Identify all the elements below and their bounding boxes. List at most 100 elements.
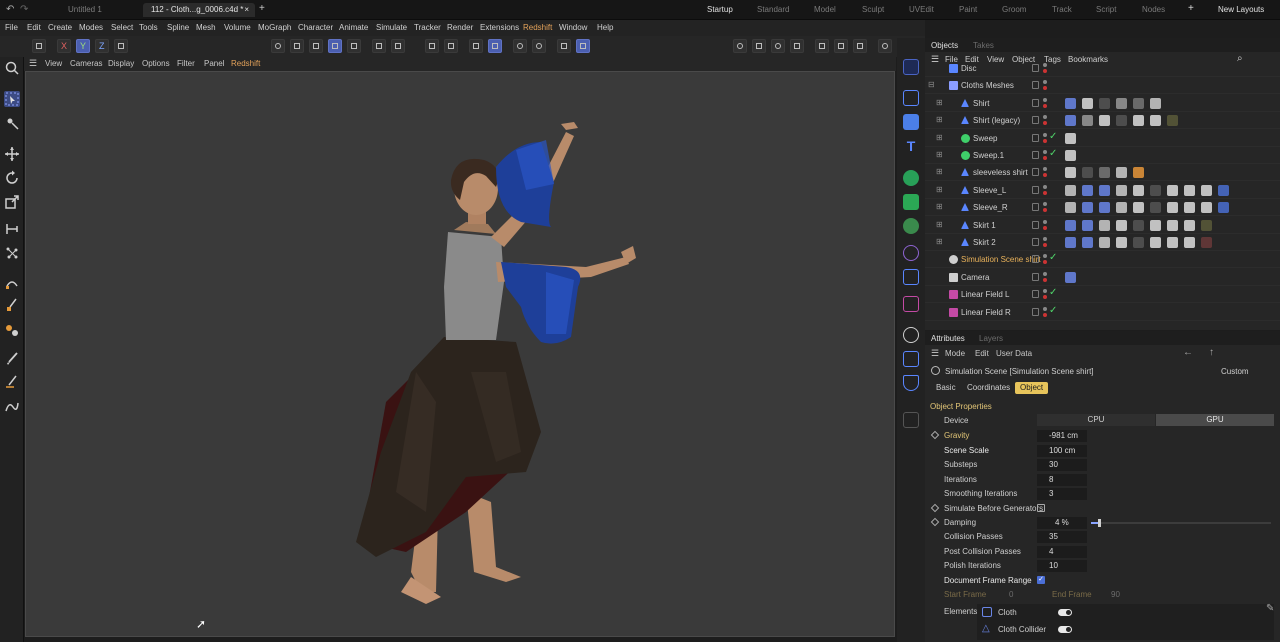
object-tag-icon[interactable] — [1065, 237, 1076, 248]
editor-visibility-dot[interactable] — [1043, 237, 1047, 241]
object-tag-icon[interactable] — [1201, 237, 1212, 248]
snap-button[interactable] — [425, 39, 439, 53]
visibility-icon[interactable] — [1032, 116, 1039, 125]
visibility-icon[interactable] — [1032, 168, 1039, 177]
visibility-icon[interactable] — [1032, 290, 1039, 299]
layout-uvedit[interactable]: UVEdit — [909, 5, 934, 14]
object-tag-icon[interactable] — [1116, 97, 1127, 109]
object-row-sweep[interactable]: ⊞ Sweep ✓ — [925, 130, 1280, 147]
coordinate-system-button[interactable] — [114, 39, 128, 53]
prop-field[interactable]: 8 — [1037, 473, 1087, 486]
menu-volume[interactable]: Volume — [224, 23, 251, 32]
scene-icon[interactable] — [903, 269, 919, 285]
render-visibility-dot[interactable] — [1043, 243, 1047, 247]
object-tag-icon[interactable] — [1065, 219, 1076, 231]
viewport-menu-display[interactable]: Display — [108, 59, 134, 68]
scale-tool-icon[interactable] — [4, 194, 20, 210]
clapper-icon[interactable] — [815, 39, 829, 53]
visibility-icon[interactable] — [1032, 307, 1039, 316]
render-visibility-dot[interactable] — [1043, 208, 1047, 213]
object-tag-icon[interactable] — [1150, 184, 1161, 196]
object-tag-icon[interactable] — [1184, 219, 1195, 231]
undo-icon[interactable]: ↶ — [6, 4, 14, 15]
expand-icon[interactable]: ⊞ — [936, 133, 943, 141]
object-tag-icon[interactable] — [1082, 219, 1093, 231]
redo-icon[interactable]: ↷ — [20, 4, 28, 15]
cloth-collider-toggle[interactable] — [1058, 626, 1072, 633]
camera-icon[interactable] — [903, 351, 919, 367]
render-visibility-dot[interactable] — [1043, 121, 1047, 126]
menu-mesh[interactable]: Mesh — [196, 23, 216, 32]
lock-button[interactable] — [576, 39, 590, 53]
object-tag-icon[interactable] — [1099, 184, 1110, 196]
spline-tool-icon[interactable] — [4, 399, 20, 415]
object-tag-icon[interactable] — [1167, 115, 1178, 127]
transform-tool-icon[interactable] — [4, 115, 20, 131]
expand-icon[interactable]: ⊞ — [936, 203, 943, 211]
object-tag-icon[interactable] — [1167, 184, 1178, 196]
object-tag-icon[interactable] — [1065, 150, 1076, 161]
expand-icon[interactable]: ⊞ — [936, 168, 943, 176]
object-row-simulation-scene-shirt[interactable]: Simulation Scene shirt ✓ — [925, 251, 1280, 269]
object-tag-icon[interactable] — [1099, 97, 1110, 109]
menu-select[interactable]: Select — [111, 23, 133, 32]
render-visibility-dot[interactable] — [1043, 86, 1047, 91]
element-cloth-collider[interactable]: △ Cloth Collider — [977, 622, 1274, 637]
viewport-menu-cameras[interactable]: Cameras — [70, 59, 102, 68]
brush-tool-icon[interactable] — [4, 351, 20, 367]
model-mode-button[interactable] — [328, 39, 342, 53]
object-tag-icon[interactable] — [1065, 97, 1076, 109]
tab-attributes[interactable]: Attributes — [931, 334, 965, 343]
menu-modes[interactable]: Modes — [79, 23, 103, 32]
object-tag-icon[interactable] — [1065, 115, 1076, 127]
uv-mode-button[interactable] — [347, 39, 361, 53]
prop-field[interactable]: 4 — [1037, 545, 1087, 558]
menu-extensions[interactable]: Extensions — [480, 23, 519, 32]
layout-nodes[interactable]: Nodes — [1142, 5, 1165, 14]
object-tag-icon[interactable] — [1099, 219, 1110, 231]
layout-groom[interactable]: Groom — [1002, 5, 1026, 14]
menu-render[interactable]: Render — [447, 23, 473, 32]
object-tag-icon[interactable] — [1116, 115, 1127, 127]
enabled-check-icon[interactable]: ✓ — [1049, 252, 1057, 263]
ipr-button[interactable] — [771, 39, 785, 53]
object-tag-icon[interactable] — [1082, 167, 1093, 179]
subtab-object[interactable]: Object — [1015, 382, 1049, 394]
render-visibility-dot[interactable] — [1043, 103, 1047, 108]
editor-visibility-dot[interactable] — [1043, 150, 1047, 154]
axis-y-button[interactable]: Y — [76, 39, 90, 53]
attributes-menu-user-data[interactable]: User Data — [996, 349, 1032, 358]
polygons-mode-button[interactable] — [309, 39, 323, 53]
tab-takes[interactable]: Takes — [973, 41, 994, 50]
editor-visibility-dot[interactable] — [1043, 167, 1047, 172]
object-row-sleeve-r[interactable]: ⊞ Sleeve_R — [925, 199, 1280, 217]
object-tag-icon[interactable] — [1133, 115, 1144, 127]
visibility-icon[interactable] — [1032, 64, 1039, 72]
simulate-before-generators-checkbox[interactable] — [1037, 504, 1045, 512]
object-tag-icon[interactable] — [1167, 237, 1178, 248]
tab-current-file[interactable]: 112 - Cloth...g_0006.c4d * × — [143, 3, 255, 17]
object-row-shirt-legacy-[interactable]: ⊞ Shirt (legacy) — [925, 112, 1280, 130]
object-row-linear-field-l[interactable]: Linear Field L ✓ — [925, 286, 1280, 304]
tab-layers[interactable]: Layers — [979, 334, 1003, 343]
layout-sculpt[interactable]: Sculpt — [862, 5, 884, 14]
object-tag-icon[interactable] — [1201, 202, 1212, 214]
visibility-icon[interactable] — [1032, 238, 1039, 246]
layout-startup[interactable]: Startup — [707, 5, 733, 14]
start-frame-field[interactable]: 0 — [1009, 590, 1013, 599]
render-queue-button[interactable] — [790, 39, 804, 53]
viewport-menu-panel[interactable]: Panel — [204, 59, 224, 68]
prop-field[interactable]: 35 — [1037, 531, 1087, 543]
cloner-icon[interactable] — [903, 170, 919, 186]
object-tag-icon[interactable] — [1082, 237, 1093, 248]
damping-slider-knob[interactable] — [1098, 519, 1102, 527]
editor-visibility-dot[interactable] — [1043, 80, 1047, 85]
enabled-check-icon[interactable]: ✓ — [1049, 305, 1057, 316]
object-tag-icon[interactable] — [1099, 202, 1110, 214]
object-tag-icon[interactable] — [1133, 97, 1144, 109]
new-tab-button[interactable]: + — [259, 3, 265, 14]
object-row-camera[interactable]: Camera — [925, 269, 1280, 286]
object-tag-icon[interactable] — [1065, 132, 1076, 144]
tab-objects[interactable]: Objects — [931, 41, 958, 50]
paint-tool-icon[interactable] — [4, 297, 20, 313]
